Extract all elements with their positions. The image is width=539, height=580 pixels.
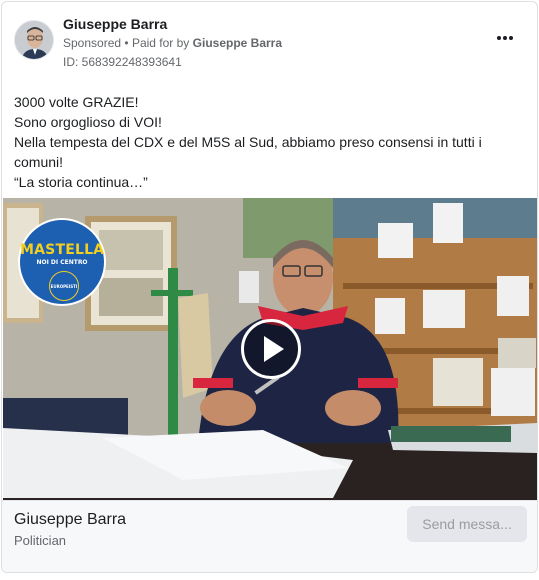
paid-for-prefix: Paid for by [131,36,190,50]
ad-footer: Giuseppe Barra Politician Send messa... [2,500,537,572]
sponsored-line: Sponsored • Paid for by Giuseppe Barra [63,36,282,50]
logo-text-badge: EUROPEISTI [49,271,79,301]
body-line: 3000 volte GRAZIE! [14,94,139,110]
footer-page-name[interactable]: Giuseppe Barra [14,511,126,529]
play-icon[interactable] [241,319,301,379]
logo-text-sub: NOI DI CENTRO [36,259,88,266]
more-horizontal-icon[interactable] [493,30,517,46]
ad-card: Giuseppe Barra Sponsored • Paid for by G… [1,1,538,573]
ad-id: ID: 568392248393641 [63,55,182,69]
author-name[interactable]: Giuseppe Barra [63,16,167,32]
party-logo: MASTELLA NOI DI CENTRO EUROPEISTI [18,218,106,306]
video-player[interactable]: MASTELLA NOI DI CENTRO EUROPEISTI [3,198,537,500]
send-message-button[interactable]: Send messa... [407,506,527,542]
logo-text-main: MASTELLA [20,242,105,258]
body-line: Sono orgoglioso di VOI! [14,114,162,130]
post-header: Giuseppe Barra Sponsored • Paid for by G… [2,2,537,82]
post-body: 3000 volte GRAZIE! Sono orgoglioso di VO… [14,92,525,192]
paid-for-name: Giuseppe Barra [192,36,283,50]
body-line: comuni! [14,154,64,170]
author-avatar[interactable] [14,20,54,60]
body-line: “La storia continua…” [14,174,148,190]
body-line: Nella tempesta del CDX e del M5S al Sud,… [14,134,482,150]
play-triangle [264,336,284,362]
avatar-photo [15,21,53,59]
footer-page-category: Politician [14,533,67,548]
meta-separator: • [124,36,129,50]
sponsored-label: Sponsored [63,36,122,50]
